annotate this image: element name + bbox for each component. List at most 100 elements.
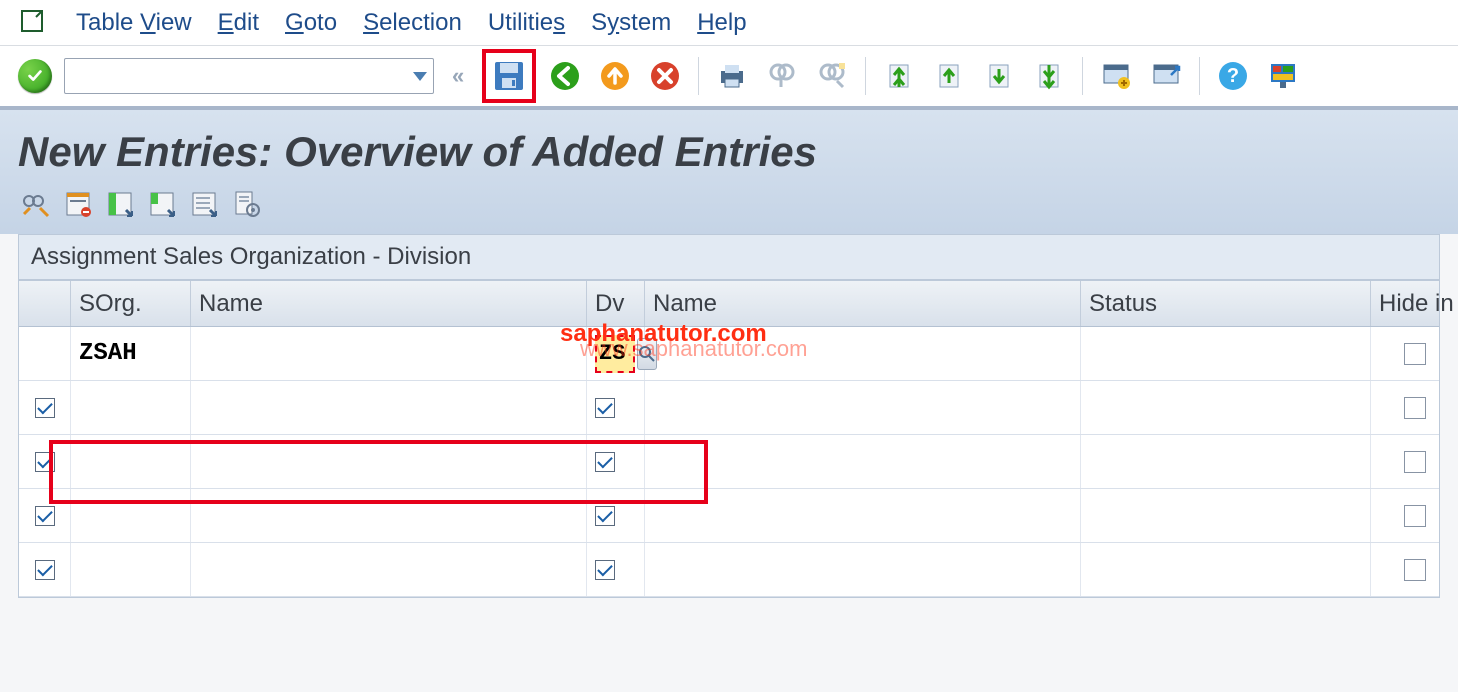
cell-sorg[interactable]: [71, 489, 191, 542]
checkmark-icon[interactable]: [595, 398, 615, 418]
enter-button[interactable]: [18, 59, 52, 93]
row-selector[interactable]: [19, 543, 71, 596]
col-status[interactable]: Status: [1081, 281, 1371, 326]
menu-help[interactable]: Help: [697, 9, 746, 37]
hide-checkbox[interactable]: [1404, 343, 1426, 365]
col-hide-in[interactable]: Hide in: [1371, 281, 1458, 326]
cell-name2[interactable]: [645, 489, 1081, 542]
row-selector[interactable]: [19, 327, 71, 380]
sorg-input[interactable]: [79, 340, 190, 367]
watermark-line2: www.saphanatutor.com: [580, 336, 807, 362]
cell-hide-in[interactable]: [1371, 381, 1458, 434]
table-caption: Assignment Sales Organization - Division: [18, 234, 1440, 280]
row-selector[interactable]: [19, 435, 71, 488]
cell-hide-in[interactable]: [1371, 489, 1458, 542]
table-row: [19, 543, 1439, 597]
cell-status[interactable]: [1081, 381, 1371, 434]
first-page-button[interactable]: [878, 55, 920, 97]
toolbar-separator: [1199, 57, 1200, 95]
back-button[interactable]: [544, 55, 586, 97]
checkmark-icon[interactable]: [595, 452, 615, 472]
cell-hide-in[interactable]: [1371, 435, 1458, 488]
prev-page-button[interactable]: [928, 55, 970, 97]
cell-dv[interactable]: [587, 543, 645, 596]
cell-name2[interactable]: [645, 381, 1081, 434]
cell-status[interactable]: [1081, 327, 1371, 380]
hide-checkbox[interactable]: [1404, 451, 1426, 473]
print-button[interactable]: [711, 55, 753, 97]
cell-dv[interactable]: [587, 381, 645, 434]
cell-dv[interactable]: [587, 435, 645, 488]
toolbar-separator: [1082, 57, 1083, 95]
checkmark-icon[interactable]: [35, 506, 55, 526]
cell-name2[interactable]: [645, 543, 1081, 596]
svg-text:?: ?: [1227, 65, 1239, 87]
toolbar-separator: [698, 57, 699, 95]
menu-system[interactable]: System: [591, 9, 671, 37]
hide-checkbox[interactable]: [1404, 559, 1426, 581]
hide-checkbox[interactable]: [1404, 505, 1426, 527]
table-row: [19, 489, 1439, 543]
cell-sorg[interactable]: [71, 543, 191, 596]
find-next-button[interactable]: [811, 55, 853, 97]
menu-utilities[interactable]: Utilities: [488, 9, 565, 37]
config-button[interactable]: [228, 186, 264, 222]
cell-hide-in[interactable]: [1371, 327, 1458, 380]
watermark: saphanatutor.com www.saphanatutor.com: [560, 320, 787, 374]
deselect-all-button[interactable]: [186, 186, 222, 222]
checkmark-icon[interactable]: [35, 560, 55, 580]
cell-name1[interactable]: [191, 327, 587, 380]
toolbar-separator: [865, 57, 866, 95]
display-change-button[interactable]: [18, 186, 54, 222]
exit-button[interactable]: [594, 55, 636, 97]
cell-status[interactable]: [1081, 435, 1371, 488]
title-area: New Entries: Overview of Added Entries: [0, 110, 1458, 234]
shortcut-button[interactable]: [1145, 55, 1187, 97]
cell-name1[interactable]: [191, 435, 587, 488]
row-selector[interactable]: [19, 489, 71, 542]
save-button[interactable]: [488, 55, 530, 97]
cell-status[interactable]: [1081, 543, 1371, 596]
cell-sorg[interactable]: [71, 327, 191, 380]
dropdown-icon[interactable]: [413, 72, 427, 81]
cancel-button[interactable]: [644, 55, 686, 97]
new-session-button[interactable]: [1095, 55, 1137, 97]
menu-goto[interactable]: Goto: [285, 9, 337, 37]
cell-status[interactable]: [1081, 489, 1371, 542]
find-button[interactable]: [761, 55, 803, 97]
col-name1[interactable]: Name: [191, 281, 587, 326]
checkmark-icon[interactable]: [595, 506, 615, 526]
checkmark-icon[interactable]: [595, 560, 615, 580]
command-field[interactable]: [64, 58, 434, 94]
cell-name1[interactable]: [191, 543, 587, 596]
app-toolbar: [18, 176, 1440, 226]
menubar: Table View Edit Goto Selection Utilities…: [0, 0, 1458, 46]
layout-button[interactable]: [1262, 55, 1304, 97]
last-page-button[interactable]: [1028, 55, 1070, 97]
cell-sorg[interactable]: [71, 435, 191, 488]
table-row: [19, 435, 1439, 489]
help-button[interactable]: ?: [1212, 55, 1254, 97]
save-highlight-annotation: [482, 49, 536, 103]
cell-sorg[interactable]: [71, 381, 191, 434]
collapse-toolbar-icon[interactable]: «: [452, 63, 464, 89]
menu-table-view[interactable]: Table View: [76, 9, 192, 37]
cell-hide-in[interactable]: [1371, 543, 1458, 596]
menu-app-icon[interactable]: [18, 7, 50, 39]
cell-dv[interactable]: [587, 489, 645, 542]
checkmark-icon[interactable]: [35, 398, 55, 418]
col-selection: [19, 281, 71, 326]
select-all-button[interactable]: [102, 186, 138, 222]
menu-selection[interactable]: Selection: [363, 9, 462, 37]
checkmark-icon[interactable]: [35, 452, 55, 472]
cell-name1[interactable]: [191, 381, 587, 434]
hide-checkbox[interactable]: [1404, 397, 1426, 419]
delimit-button[interactable]: [60, 186, 96, 222]
col-sorg[interactable]: SOrg.: [71, 281, 191, 326]
select-block-button[interactable]: [144, 186, 180, 222]
cell-name1[interactable]: [191, 489, 587, 542]
cell-name2[interactable]: [645, 435, 1081, 488]
next-page-button[interactable]: [978, 55, 1020, 97]
row-selector[interactable]: [19, 381, 71, 434]
menu-edit[interactable]: Edit: [218, 9, 259, 37]
